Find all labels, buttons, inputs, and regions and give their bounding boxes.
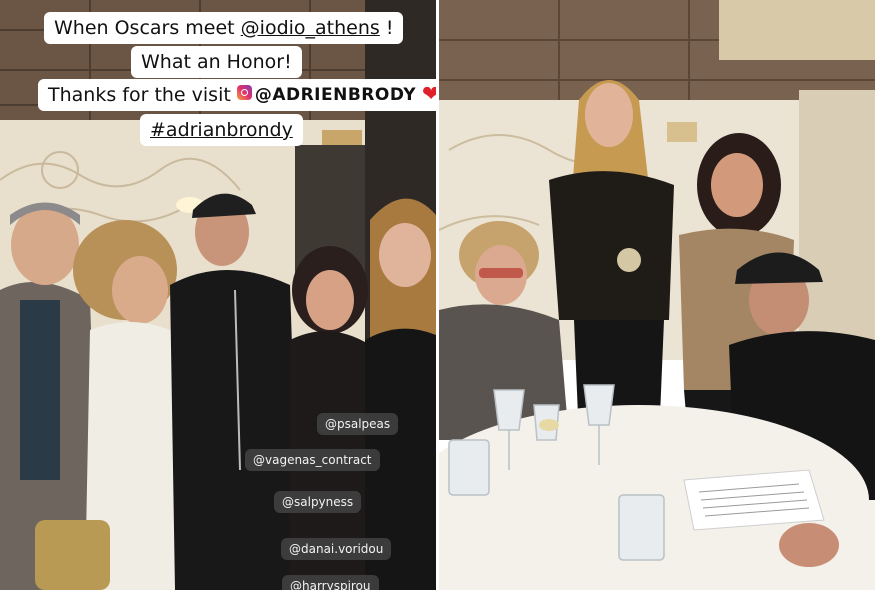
caption-line-4: #adrianbrondy: [140, 114, 303, 146]
photo-collage: When Oscars meet @iodio_athens ! What an…: [0, 0, 875, 590]
caption-line-3-prefix: Thanks for the visit: [48, 84, 231, 106]
mention-tag-vagenas-contract[interactable]: @vagenas_contract: [245, 449, 380, 471]
adrienbrody-mention[interactable]: @ADRIENBRODY: [236, 82, 417, 108]
mention-tag-danai-voridou[interactable]: @danai.voridou: [281, 538, 392, 560]
instagram-icon: [236, 85, 252, 100]
iodio-athens-mention[interactable]: @iodio_athens: [241, 17, 380, 39]
caption-line-3: Thanks for the visit @ADRIENBRODY ❤: [38, 79, 436, 111]
caption-line-1: When Oscars meet @iodio_athens !: [44, 12, 404, 44]
mention-tag-harryspirou[interactable]: @harryspirou: [282, 575, 379, 590]
right-photo-panel: [439, 0, 875, 590]
adrienbrody-mention-text: @ADRIENBRODY: [254, 85, 417, 105]
heart-icon: ❤: [422, 82, 436, 107]
group-photo-table: [439, 0, 875, 590]
hashtag-adrianbrondy[interactable]: #adrianbrondy: [150, 119, 293, 141]
mention-tag-psalpeas[interactable]: @psalpeas: [317, 413, 399, 435]
caption-line-1-suffix: !: [379, 17, 394, 39]
caption-line-1-prefix: When Oscars meet: [54, 17, 241, 39]
mention-tag-salpyness[interactable]: @salpyness: [274, 491, 362, 513]
left-photo-panel: When Oscars meet @iodio_athens ! What an…: [0, 0, 436, 590]
caption-line-2: What an Honor!: [131, 46, 302, 78]
